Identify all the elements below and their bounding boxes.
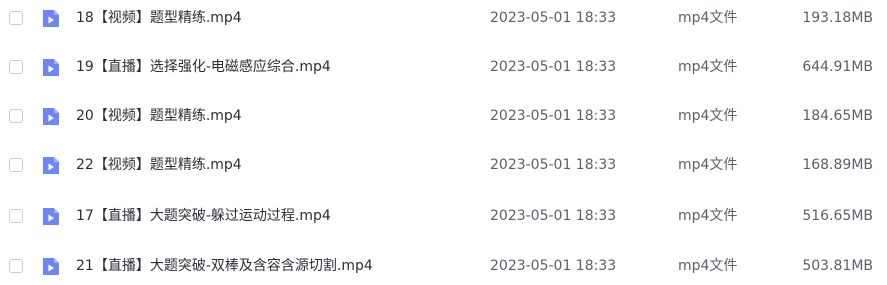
- file-size: 516.65MB: [802, 208, 873, 224]
- file-date: 2023-05-01 18:33: [490, 157, 617, 173]
- file-type: mp4文件: [678, 108, 738, 124]
- file-size: 193.18MB: [802, 10, 873, 26]
- video-file-icon: [43, 157, 59, 174]
- file-date: 2023-05-01 18:33: [490, 10, 617, 26]
- file-name[interactable]: 19【直播】选择强化-电磁感应综合.mp4: [76, 57, 331, 77]
- file-type: mp4文件: [678, 208, 738, 224]
- file-row[interactable]: 20【视频】题型精练.mp4 2023-05-01 18:33 mp4文件 18…: [0, 97, 887, 137]
- file-size: 168.89MB: [802, 157, 873, 173]
- file-size: 644.91MB: [802, 59, 873, 75]
- file-name[interactable]: 21【直播】大题突破-双棒及含容含源切割.mp4: [76, 256, 373, 276]
- video-file-icon: [43, 208, 59, 225]
- row-checkbox[interactable]: [9, 11, 23, 25]
- file-date: 2023-05-01 18:33: [490, 59, 617, 75]
- file-date: 2023-05-01 18:33: [490, 108, 617, 124]
- row-checkbox[interactable]: [9, 209, 23, 223]
- file-date: 2023-05-01 18:33: [490, 258, 617, 274]
- file-type: mp4文件: [678, 157, 738, 173]
- row-checkbox[interactable]: [9, 109, 23, 123]
- file-size: 503.81MB: [802, 258, 873, 274]
- file-row[interactable]: 17【直播】大题突破-躲过运动过程.mp4 2023-05-01 18:33 m…: [0, 197, 887, 237]
- file-name[interactable]: 20【视频】题型精练.mp4: [76, 106, 242, 126]
- video-file-icon: [43, 10, 59, 27]
- file-type: mp4文件: [678, 59, 738, 75]
- row-checkbox[interactable]: [9, 158, 23, 172]
- file-type: mp4文件: [678, 10, 738, 26]
- file-type: mp4文件: [678, 258, 738, 274]
- file-list: 18【视频】题型精练.mp4 2023-05-01 18:33 mp4文件 19…: [0, 0, 887, 285]
- file-row[interactable]: 21【直播】大题突破-双棒及含容含源切割.mp4 2023-05-01 18:3…: [0, 247, 887, 285]
- file-name[interactable]: 22【视频】题型精练.mp4: [76, 155, 242, 175]
- file-date: 2023-05-01 18:33: [490, 208, 617, 224]
- row-checkbox[interactable]: [9, 60, 23, 74]
- file-row[interactable]: 18【视频】题型精练.mp4 2023-05-01 18:33 mp4文件 19…: [0, 0, 887, 39]
- file-row[interactable]: 19【直播】选择强化-电磁感应综合.mp4 2023-05-01 18:33 m…: [0, 48, 887, 88]
- video-file-icon: [43, 108, 59, 125]
- file-size: 184.65MB: [802, 108, 873, 124]
- video-file-icon: [43, 258, 59, 275]
- file-row[interactable]: 22【视频】题型精练.mp4 2023-05-01 18:33 mp4文件 16…: [0, 146, 887, 186]
- file-name[interactable]: 18【视频】题型精练.mp4: [76, 8, 242, 28]
- file-name[interactable]: 17【直播】大题突破-躲过运动过程.mp4: [76, 206, 331, 226]
- row-checkbox[interactable]: [9, 259, 23, 273]
- video-file-icon: [43, 59, 59, 76]
